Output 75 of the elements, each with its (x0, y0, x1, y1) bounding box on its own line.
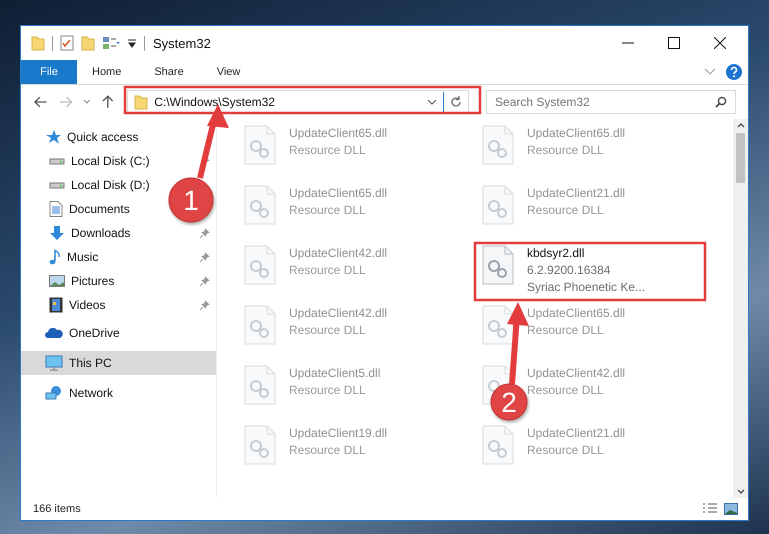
large-icons-view-icon[interactable] (724, 503, 738, 515)
close-icon[interactable] (714, 37, 726, 49)
scrollbar[interactable] (733, 119, 748, 498)
network-icon (45, 385, 63, 401)
help-icon[interactable] (726, 64, 742, 80)
drive-icon (49, 158, 65, 164)
pin-icon[interactable] (200, 300, 210, 310)
step-badge: 1 (168, 178, 214, 222)
file-description: Resource DLL (527, 202, 605, 219)
step-badge: 2 (490, 384, 528, 420)
scroll-down-icon[interactable] (736, 489, 744, 494)
new-folder-icon[interactable] (81, 35, 95, 51)
dll-file-icon[interactable] (482, 305, 514, 345)
window-title: System32 (153, 36, 211, 50)
nav-item[interactable]: Quick access (21, 125, 216, 149)
nav-item[interactable]: Local Disk (D:) (21, 173, 154, 197)
search-icon (715, 96, 728, 108)
address-path: C:\Windows\System32 (154, 95, 276, 109)
file-description: Resource DLL (289, 142, 367, 159)
refresh-icon[interactable] (450, 96, 462, 108)
folder-icon (134, 94, 148, 110)
monitor-icon (45, 355, 63, 371)
folder-icon[interactable] (31, 35, 45, 51)
nav-item[interactable]: OneDrive (21, 321, 216, 345)
drive-icon (49, 182, 65, 188)
item-count: 166 items (33, 503, 81, 515)
forward-arrow-icon[interactable] (58, 96, 72, 108)
checklist-icon[interactable] (60, 35, 74, 51)
pin-icon[interactable] (200, 252, 210, 262)
search-field[interactable]: Search System32 (486, 90, 736, 114)
nav-item[interactable]: Documents (21, 197, 134, 221)
ribbon-tab[interactable]: View (202, 60, 258, 84)
nav-item[interactable]: Music (21, 245, 102, 269)
scroll-up-icon[interactable] (736, 123, 744, 128)
pin-icon[interactable] (200, 228, 210, 238)
file-description: Resource DLL (289, 202, 367, 219)
nav-item[interactable]: This PC (21, 351, 216, 375)
nav-item[interactable]: Videos (21, 293, 110, 317)
dropdown-icon[interactable] (127, 38, 137, 48)
back-arrow-icon[interactable] (34, 96, 48, 108)
down-arrow-icon (49, 225, 65, 241)
file-description: Resource DLL (527, 442, 605, 459)
star-icon (45, 129, 61, 145)
file-version: 6.2.9200.16384 (527, 262, 612, 279)
scroll-thumb[interactable] (736, 133, 745, 183)
details-view-icon[interactable] (702, 503, 718, 515)
file-description: Resource DLL (527, 322, 605, 339)
recent-dropdown-icon[interactable] (83, 99, 91, 105)
ribbon-tab[interactable]: Share (139, 60, 202, 84)
ribbon-tab[interactable]: File (21, 60, 77, 84)
file-description: Syriac Phoenetic Ke... (527, 279, 646, 296)
nav-item[interactable]: Local Disk (C:) (21, 149, 154, 173)
document-icon (49, 201, 63, 217)
maximize-icon[interactable] (668, 37, 680, 49)
pin-icon[interactable] (200, 276, 210, 286)
file-name[interactable]: kbdsyr2.dll (527, 245, 646, 262)
file-description: Resource DLL (289, 262, 367, 279)
file-description: Resource DLL (289, 322, 367, 339)
chevron-down-icon[interactable] (427, 99, 438, 105)
cloud-icon (45, 327, 63, 339)
picture-icon (49, 274, 65, 288)
nav-item[interactable]: Pictures (21, 269, 118, 293)
nav-item[interactable]: Downloads (21, 221, 134, 245)
address-bar[interactable]: C:\Windows\System32 (127, 90, 470, 114)
ribbon-tab[interactable]: Home (77, 60, 140, 84)
nav-item[interactable]: Network (21, 381, 216, 405)
file-description: Resource DLL (289, 382, 367, 399)
music-note-icon (49, 249, 61, 265)
properties-icon[interactable] (102, 36, 120, 50)
file-description: Resource DLL (527, 382, 605, 399)
file-description: Resource DLL (289, 442, 367, 459)
film-icon (49, 297, 63, 313)
file-description: Resource DLL (527, 142, 605, 159)
up-arrow-icon[interactable] (102, 95, 114, 109)
dll-file-icon[interactable] (482, 245, 514, 285)
